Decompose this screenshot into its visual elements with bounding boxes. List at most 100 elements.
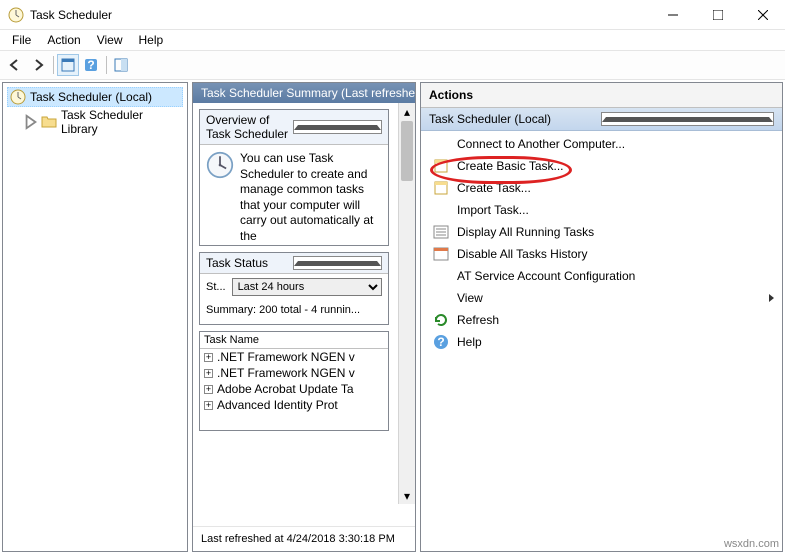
task-name: Adobe Acrobat Update Ta: [217, 382, 354, 396]
refresh-icon: [433, 312, 449, 328]
last-refreshed-footer: Last refreshed at 4/24/2018 3:30:18 PM: [193, 526, 415, 551]
expand-icon[interactable]: [27, 116, 39, 128]
tree-root[interactable]: Task Scheduler (Local): [7, 87, 183, 107]
action-display-running[interactable]: Display All Running Tasks: [421, 221, 782, 243]
collapse-icon[interactable]: [293, 120, 382, 134]
toolbar-separator: [106, 56, 107, 74]
overview-body: You can use Task Scheduler to create and…: [200, 145, 388, 245]
menu-view[interactable]: View: [89, 31, 131, 49]
svg-text:?: ?: [437, 335, 444, 349]
actions-pane: Actions Task Scheduler (Local) Connect t…: [420, 82, 783, 552]
collapse-icon[interactable]: [601, 112, 775, 126]
action-label: View: [457, 291, 761, 305]
task-name: Advanced Identity Prot: [217, 398, 338, 412]
action-disable-history[interactable]: Disable All Tasks History: [421, 243, 782, 265]
action-label: Create Basic Task...: [457, 159, 564, 173]
summary-header: Task Scheduler Summary (Last refreshed: …: [193, 83, 415, 103]
help-button[interactable]: ?: [80, 54, 102, 76]
status-summary: Summary: 200 total - 4 runnin...: [200, 300, 388, 324]
action-at-service[interactable]: AT Service Account Configuration: [421, 265, 782, 287]
actions-scope-label: Task Scheduler (Local): [429, 112, 601, 126]
menu-file[interactable]: File: [4, 31, 39, 49]
action-view[interactable]: View: [421, 287, 782, 309]
action-connect-computer[interactable]: Connect to Another Computer...: [421, 133, 782, 155]
action-label: Create Task...: [457, 181, 531, 195]
expand-box-icon[interactable]: +: [204, 353, 213, 362]
scope-button[interactable]: [57, 54, 79, 76]
expand-box-icon[interactable]: +: [204, 401, 213, 410]
forward-button[interactable]: [27, 54, 49, 76]
task-row[interactable]: + .NET Framework NGEN v: [200, 349, 388, 365]
watermark: wsxdn.com: [724, 538, 779, 550]
action-help[interactable]: ? Help: [421, 331, 782, 353]
menu-help[interactable]: Help: [131, 31, 172, 49]
menu-action[interactable]: Action: [39, 31, 88, 49]
status-filter-row: St... Last 24 hours: [200, 274, 388, 300]
blank-icon: [433, 268, 449, 284]
scheduler-icon: [10, 89, 26, 105]
help-icon: ?: [433, 334, 449, 350]
task-row[interactable]: + Advanced Identity Prot: [200, 397, 388, 413]
overview-header[interactable]: Overview of Task Scheduler: [200, 110, 388, 145]
toolbar-separator: [53, 56, 54, 74]
scrollbar[interactable]: ▴ ▾: [398, 103, 415, 504]
window-title: Task Scheduler: [30, 8, 650, 22]
overview-text: You can use Task Scheduler to create and…: [240, 151, 382, 239]
action-label: Refresh: [457, 313, 499, 327]
action-label: AT Service Account Configuration: [457, 269, 635, 283]
svg-text:?: ?: [87, 58, 94, 72]
scroll-down-icon[interactable]: ▾: [399, 487, 415, 504]
tree-root-label: Task Scheduler (Local): [30, 90, 152, 104]
chevron-right-icon: [769, 294, 774, 302]
scroll-up-icon[interactable]: ▴: [399, 103, 415, 120]
task-name: .NET Framework NGEN v: [217, 366, 355, 380]
expand-box-icon[interactable]: +: [204, 385, 213, 394]
summary-pane: Task Scheduler Summary (Last refreshed: …: [192, 82, 416, 552]
status-section: Task Status St... Last 24 hours Summary:…: [199, 252, 389, 325]
task-name: .NET Framework NGEN v: [217, 350, 355, 364]
actions-subheader[interactable]: Task Scheduler (Local): [421, 108, 782, 131]
action-import-task[interactable]: Import Task...: [421, 199, 782, 221]
task-row[interactable]: + Adobe Acrobat Update Ta: [200, 381, 388, 397]
folder-icon: [41, 114, 57, 130]
tree-library[interactable]: Task Scheduler Library: [25, 107, 183, 137]
status-header[interactable]: Task Status: [200, 253, 388, 274]
action-label: Import Task...: [457, 203, 529, 217]
collapse-icon[interactable]: [293, 256, 382, 270]
minimize-button[interactable]: [650, 0, 695, 29]
task-row[interactable]: + .NET Framework NGEN v: [200, 365, 388, 381]
action-create-task[interactable]: Create Task...: [421, 177, 782, 199]
close-button[interactable]: [740, 0, 785, 29]
tasklist-column-header[interactable]: Task Name: [200, 332, 388, 349]
status-label: St...: [206, 281, 226, 293]
properties-button[interactable]: [110, 54, 132, 76]
action-label: Display All Running Tasks: [457, 225, 594, 239]
tree-library-label: Task Scheduler Library: [61, 108, 181, 136]
task-list: Task Name + .NET Framework NGEN v + .NET F…: [199, 331, 389, 431]
history-icon: [433, 246, 449, 262]
clock-icon: [206, 151, 234, 179]
action-label: Connect to Another Computer...: [457, 137, 625, 151]
app-icon: [8, 7, 24, 23]
blank-icon: [433, 136, 449, 152]
back-button[interactable]: [4, 54, 26, 76]
action-label: Help: [457, 335, 482, 349]
actions-header: Actions: [421, 83, 782, 108]
content-area: Task Scheduler (Local) Task Scheduler Li…: [0, 80, 785, 554]
task-icon: [433, 180, 449, 196]
tree-pane: Task Scheduler (Local) Task Scheduler Li…: [2, 82, 188, 552]
list-icon: [433, 224, 449, 240]
action-refresh[interactable]: Refresh: [421, 309, 782, 331]
expand-box-icon[interactable]: +: [204, 369, 213, 378]
scroll-thumb[interactable]: [401, 121, 413, 181]
task-icon: [433, 158, 449, 174]
status-period-select[interactable]: Last 24 hours: [232, 278, 382, 296]
action-label: Disable All Tasks History: [457, 247, 588, 261]
overview-title: Overview of Task Scheduler: [206, 113, 293, 141]
actions-list: Connect to Another Computer... Create Ba…: [421, 131, 782, 551]
maximize-button[interactable]: [695, 0, 740, 29]
action-create-basic-task[interactable]: Create Basic Task...: [421, 155, 782, 177]
menubar: File Action View Help: [0, 30, 785, 50]
titlebar: Task Scheduler: [0, 0, 785, 30]
status-title: Task Status: [206, 256, 293, 270]
